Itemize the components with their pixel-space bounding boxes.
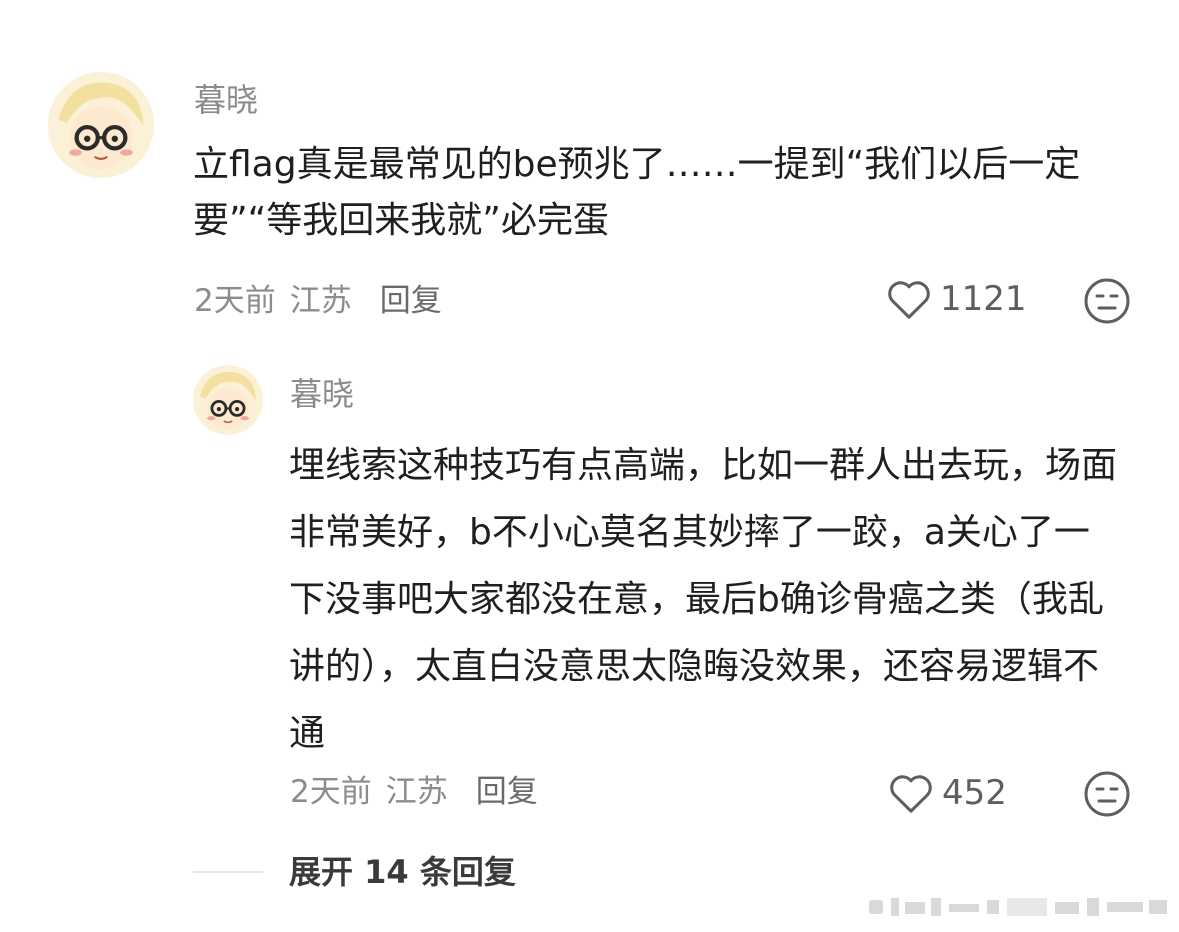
expand-divider — [193, 871, 263, 873]
reply-location: 江苏 — [385, 774, 448, 810]
avatar-image — [193, 365, 263, 435]
heart-outline-icon — [890, 775, 932, 813]
neutral-face-icon[interactable] — [1083, 770, 1131, 818]
comment-meta: 2天前 江苏 回复 — [194, 281, 442, 321]
watermark-graphic — [869, 898, 1167, 916]
expand-replies-button[interactable]: 展开 14 条回复 — [289, 852, 516, 892]
comment-reply-button[interactable]: 回复 — [380, 283, 442, 319]
comment-like-button[interactable]: 1121 — [886, 278, 1027, 320]
comment-text: 立flag真是最常见的be预兆了……一提到“我们以后一定要”“等我回来我就”必完… — [193, 144, 1081, 241]
avatar[interactable] — [48, 72, 154, 178]
reply-user-name[interactable]: 暮晓 — [290, 374, 354, 414]
avatar-image — [48, 72, 154, 178]
heart-outline-icon — [888, 281, 930, 319]
reply-time: 2天前 — [290, 774, 372, 810]
reply-like-button[interactable]: 452 — [888, 772, 1007, 814]
reply-avatar[interactable] — [193, 365, 263, 435]
comment-location: 江苏 — [289, 283, 352, 319]
neutral-face-icon[interactable] — [1083, 277, 1131, 325]
comment-time: 2天前 — [194, 283, 276, 319]
reply-like-count: 452 — [942, 773, 1007, 813]
reply-text: 埋线索这种技巧有点高端，比如一群人出去玩，场面非常美好，b不小心莫名其妙摔了一跤… — [289, 445, 1118, 754]
comment-like-count: 1121 — [940, 279, 1027, 319]
comment-user-name[interactable]: 暮晓 — [194, 80, 258, 120]
reply-meta: 2天前 江苏 回复 — [290, 772, 538, 812]
reply-reply-button[interactable]: 回复 — [476, 774, 538, 810]
